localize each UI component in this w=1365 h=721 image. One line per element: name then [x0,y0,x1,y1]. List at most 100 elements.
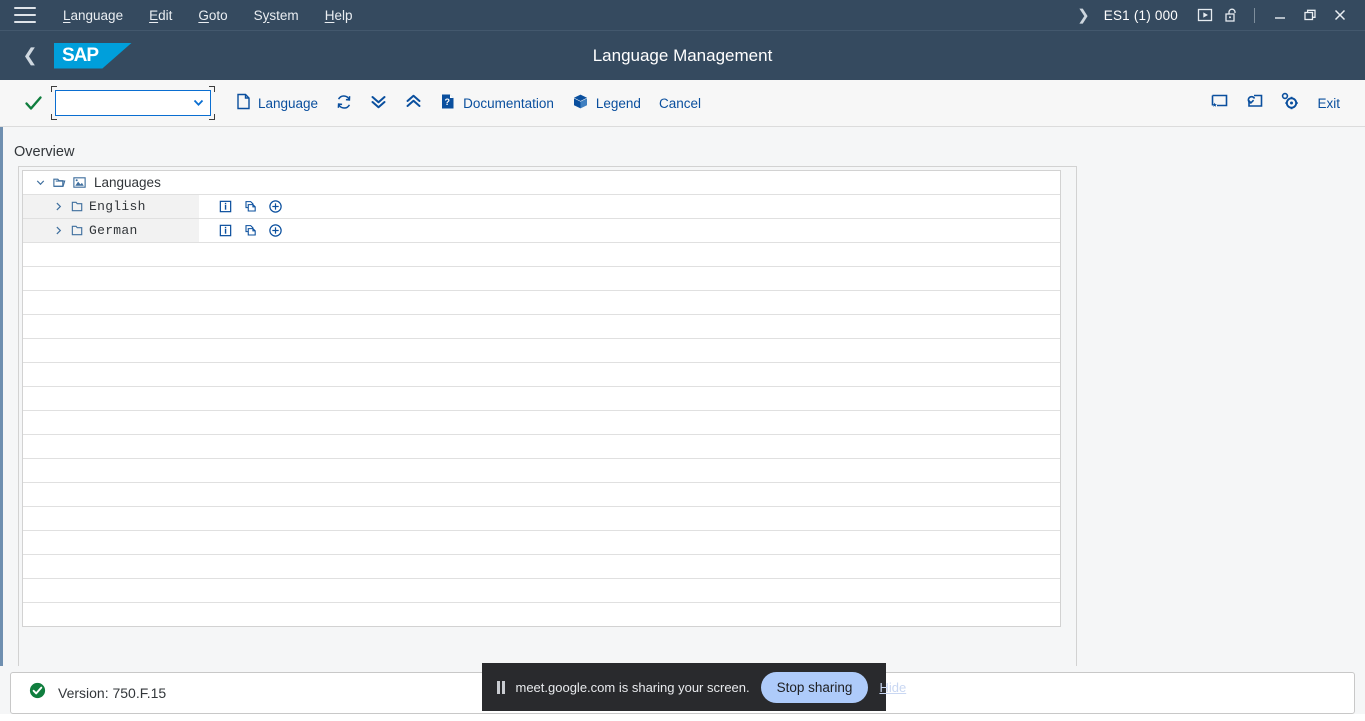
tree-row-empty [23,531,1060,555]
svg-text:?: ? [445,97,451,107]
documents-stack-icon[interactable] [243,223,258,238]
legend-button-label: Legend [595,95,641,111]
overview-label: Overview [14,144,75,160]
create-favorite-button[interactable] [1202,88,1237,118]
tree-node-name-cell: German [23,219,199,242]
green-success-icon [29,682,46,704]
tree-row-empty [23,483,1060,507]
chevron-right-icon[interactable]: ❯ [1063,6,1104,24]
tree-row-empty [23,603,1060,626]
menu-item-language[interactable]: Language [50,0,136,31]
tree-row[interactable]: English [23,195,1060,219]
info-icon[interactable] [218,199,233,214]
minimize-button[interactable] [1265,2,1295,28]
menu-bar-right: ❯ ES1 (1) 000 [1063,0,1365,31]
exit-button-label: Exit [1317,95,1340,111]
legend-button[interactable]: Legend [563,88,650,118]
command-input[interactable] [55,90,211,116]
tree-row-empty [23,339,1060,363]
tree-row-empty [23,555,1060,579]
tree-row-empty [23,411,1060,435]
toolbar-right-group: Exit [1202,88,1365,118]
tree-row-empty [23,459,1060,483]
tree-root-label: Languages [94,175,161,190]
open-padlock-icon[interactable] [1218,4,1244,26]
page-title: Language Management [592,45,773,65]
folder-icon [67,223,87,238]
chevron-right-icon[interactable] [50,224,67,237]
hamburger-menu-icon[interactable] [14,7,36,23]
tree-container: Languages English German [18,166,1077,674]
sap-logo: SAP [54,42,132,69]
menu-bar: Language Edit Goto System Help ❯ ES1 (1)… [0,0,1365,31]
tree-row-empty [23,507,1060,531]
play-in-box-icon[interactable] [1192,4,1218,26]
tree-node-name-cell: English [23,195,199,218]
system-id-label: ES1 (1) 000 [1103,7,1178,23]
cancel-button[interactable]: Cancel [650,88,710,118]
refresh-button[interactable] [327,88,361,118]
tree-node-actions [218,219,283,242]
create-favorite-icon [1210,92,1229,114]
menu-item-help[interactable]: Help [312,0,366,31]
pause-icon [497,680,505,694]
tree-root-name-cell: Languages [23,171,167,194]
tree-row-empty [23,267,1060,291]
exit-button[interactable]: Exit [1308,88,1349,118]
focus-corner [209,86,215,92]
focus-corner [209,114,215,120]
cancel-button-label: Cancel [658,95,701,111]
hide-toast-link[interactable]: Hide [879,680,906,695]
language-button[interactable]: Language [227,88,327,118]
new-session-icon [1245,92,1264,114]
language-tree[interactable]: Languages English German [22,170,1061,627]
menu-item-edit[interactable]: Edit [136,0,185,31]
tree-row-root[interactable]: Languages [23,171,1060,195]
chevron-right-icon[interactable] [50,200,67,213]
sap-logo-text: SAP [62,44,99,66]
language-button-label: Language [258,95,319,111]
back-chevron-icon[interactable]: ❮ [10,45,50,66]
tree-row-empty [23,291,1060,315]
command-field-wrapper [51,86,215,120]
stop-sharing-button[interactable]: Stop sharing [760,671,869,703]
menu-bar-divider [1254,7,1255,23]
new-session-button[interactable] [1237,88,1272,118]
documentation-button-label: Documentation [463,95,554,111]
application-toolbar: Language ? Documentation Legend Cancel E… [0,80,1365,127]
circle-plus-icon[interactable] [268,199,283,214]
tree-row-empty [23,387,1060,411]
circle-plus-icon[interactable] [268,223,283,238]
folder-icon [67,199,87,214]
chevron-down-icon[interactable] [32,176,49,189]
expand-all-button[interactable] [361,88,396,118]
restore-window-icon[interactable] [1295,2,1325,28]
tree-row-empty [23,435,1060,459]
menu-item-goto[interactable]: Goto [185,0,240,31]
window-bottom-strip [0,714,1365,721]
sap-gui-window: Language Edit Goto System Help ❯ ES1 (1)… [0,0,1365,721]
status-message: Version: 750.F.15 [58,685,167,701]
help-document-icon: ? [440,93,456,113]
double-chevron-down-icon [369,92,388,114]
close-button[interactable] [1325,2,1355,28]
focus-corner [51,114,57,120]
tree-node-label: German [89,223,138,238]
menu-item-system[interactable]: System [241,0,312,31]
green-check-icon[interactable] [24,94,43,113]
collapse-all-button[interactable] [396,88,431,118]
share-message: meet.google.com is sharing your screen. [515,679,750,695]
cube-icon [572,93,589,113]
application-header: ❮ SAP Language Management [0,31,1365,80]
tree-row-empty [23,315,1060,339]
documents-stack-icon[interactable] [243,199,258,214]
info-icon[interactable] [218,223,233,238]
screen-share-toast: meet.google.com is sharing your screen. … [482,663,906,711]
focus-corner [51,86,57,92]
customize-layout-button[interactable] [1272,88,1308,118]
tree-row-empty [23,579,1060,603]
documentation-button[interactable]: ? Documentation [431,88,563,118]
tree-row-empty [23,363,1060,387]
tree-row[interactable]: German [23,219,1060,243]
refresh-icon [335,93,353,114]
